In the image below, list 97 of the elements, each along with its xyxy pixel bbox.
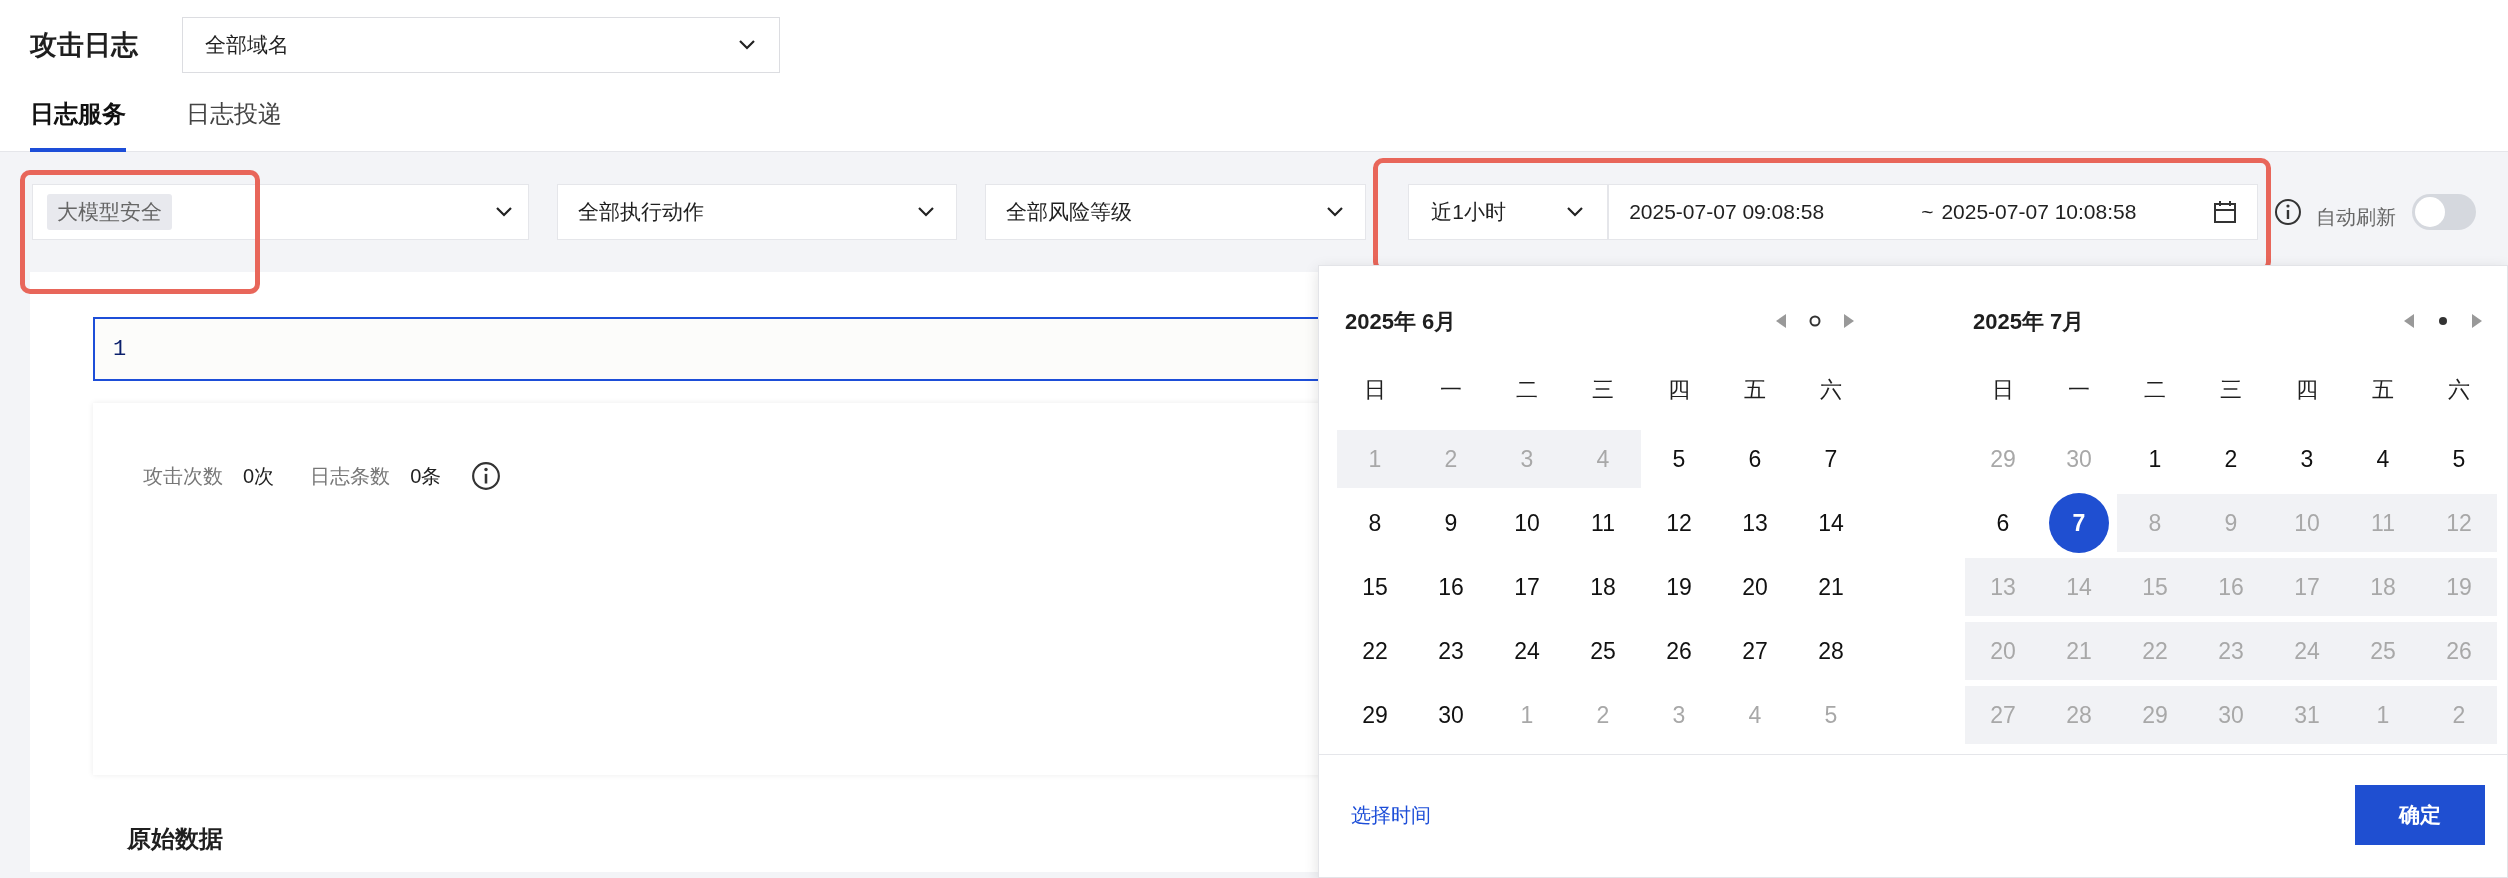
calendar-day[interactable]: 12: [1666, 505, 1692, 541]
calendar-day: 2: [2452, 697, 2466, 733]
calendar-day: 13: [1990, 569, 2016, 605]
calendar-day: 16: [2218, 569, 2244, 605]
next-month-icon[interactable]: [1843, 313, 1855, 329]
chevron-down-icon: [494, 206, 515, 218]
quick-range-select[interactable]: 近1小时: [1408, 184, 1609, 240]
calendar-day: 30: [2218, 697, 2244, 733]
calendar-day: 19: [2446, 569, 2472, 605]
tab[interactable]: 日志投递: [186, 90, 282, 152]
chevron-down-icon: [1325, 206, 1346, 218]
auto-refresh-label: 自动刷新: [2316, 205, 2397, 230]
calendar-day[interactable]: 29: [1362, 697, 1388, 733]
calendar-day: 2: [1444, 441, 1458, 477]
ring-icon[interactable]: [1809, 315, 1821, 327]
category-select[interactable]: 大模型安全: [32, 184, 530, 240]
stat-label: 日志条数: [310, 464, 391, 489]
calendar-day[interactable]: 8: [1368, 505, 1382, 541]
calendar-day[interactable]: 20: [1742, 569, 1768, 605]
dot-icon[interactable]: [2437, 315, 2449, 327]
calendar-day[interactable]: 9: [1444, 505, 1458, 541]
calendar-day[interactable]: 4: [2376, 441, 2390, 477]
calendar-day[interactable]: 15: [1362, 569, 1388, 605]
calendar-day[interactable]: 21: [1818, 569, 1844, 605]
page-title: 攻击日志: [30, 28, 138, 62]
calendar-day[interactable]: 22: [1362, 633, 1388, 669]
calendar-day[interactable]: 26: [1666, 633, 1692, 669]
calendar-day: 10: [2294, 505, 2320, 541]
calendar-day: 3: [1520, 441, 1534, 477]
calendar-day[interactable]: 28: [1818, 633, 1844, 669]
previous-month-icon[interactable]: [1775, 313, 1787, 329]
calendar-day: 27: [1990, 697, 2016, 733]
previous-month-icon[interactable]: [2403, 313, 2415, 329]
calendar-day[interactable]: 6: [1996, 505, 2010, 541]
confirm-button[interactable]: 确定: [2355, 784, 2485, 845]
info-icon[interactable]: [471, 461, 502, 491]
calendar-day: 18: [2370, 569, 2396, 605]
calendar-day: 28: [2066, 697, 2092, 733]
stat-value: 0次: [243, 464, 275, 489]
calendar-day[interactable]: 27: [1742, 633, 1768, 669]
domain-select[interactable]: 全部域名: [182, 17, 780, 73]
risk-select[interactable]: 全部风险等级: [984, 184, 1367, 240]
calendar-day[interactable]: 10: [1514, 505, 1540, 541]
calendar-day[interactable]: 7: [2049, 493, 2109, 553]
tab[interactable]: 日志服务: [30, 90, 126, 152]
calendar-day: 23: [2218, 633, 2244, 669]
calendar-day[interactable]: 5: [2452, 441, 2466, 477]
calendar-day[interactable]: 7: [1824, 441, 1838, 477]
calendar-day: 25: [2370, 633, 2396, 669]
calendar-day[interactable]: 14: [1818, 505, 1844, 541]
section-title: 原始数据: [127, 824, 223, 854]
calendar-day: 31: [2294, 697, 2320, 733]
calendar-day[interactable]: 19: [1666, 569, 1692, 605]
calendar-day[interactable]: 3: [2300, 441, 2314, 477]
calendar-day[interactable]: 11: [1591, 505, 1615, 541]
calendar-day: 8: [2148, 505, 2162, 541]
calendar-day: 20: [1990, 633, 2016, 669]
chevron-down-icon: [915, 206, 936, 218]
calendar-day[interactable]: 17: [1514, 569, 1540, 605]
date-range-field[interactable]: 2025-07-07 09:08:58 ~ 2025-07-07 10:08:58: [1608, 184, 2259, 240]
calendar-day[interactable]: 13: [1742, 505, 1768, 541]
calendar-day[interactable]: 16: [1438, 569, 1464, 605]
next-month-icon[interactable]: [2471, 313, 2483, 329]
calendar-day: 1: [1368, 441, 1382, 477]
calendar-day: 22: [2142, 633, 2168, 669]
calendar-day: 4: [1596, 441, 1610, 477]
calendar-day: 21: [2066, 633, 2092, 669]
calendar-day: 9: [2224, 505, 2238, 541]
calendar-day[interactable]: 1: [2148, 441, 2162, 477]
chevron-down-icon: [1565, 206, 1586, 218]
stat-value: 0条: [410, 464, 442, 489]
calendar-day[interactable]: 2: [2224, 441, 2238, 477]
category-tag: 大模型安全: [47, 194, 172, 230]
calendar-day: 26: [2446, 633, 2472, 669]
calendar-day[interactable]: 25: [1590, 633, 1616, 669]
calendar-day[interactable]: 24: [1514, 633, 1540, 669]
calendar-day[interactable]: 6: [1748, 441, 1762, 477]
auto-refresh-toggle[interactable]: [2412, 194, 2476, 230]
calendar-icon: [2213, 200, 2238, 224]
calendar-day: 15: [2142, 569, 2168, 605]
calendar-day[interactable]: 5: [1672, 441, 1686, 477]
calendar-day: 29: [2142, 697, 2168, 733]
calendar-day: 12: [2446, 505, 2472, 541]
weekday-label: 六: [2447, 375, 2471, 404]
calendar-day: 11: [2371, 505, 2395, 541]
calendar-day[interactable]: 23: [1438, 633, 1464, 669]
stat-label: 攻击次数: [143, 464, 223, 489]
info-icon[interactable]: [2274, 198, 2303, 226]
chevron-down-icon: [737, 39, 757, 51]
calendar-day: 17: [2294, 569, 2320, 605]
calendar-day[interactable]: 30: [1438, 697, 1464, 733]
select-time-link[interactable]: 选择时间: [1351, 799, 1431, 830]
calendar-day: 1: [2376, 697, 2390, 733]
calendar-day: 24: [2294, 633, 2320, 669]
calendar-day[interactable]: 18: [1590, 569, 1616, 605]
calendar-day: 14: [2066, 569, 2092, 605]
action-select[interactable]: 全部执行动作: [557, 184, 957, 240]
